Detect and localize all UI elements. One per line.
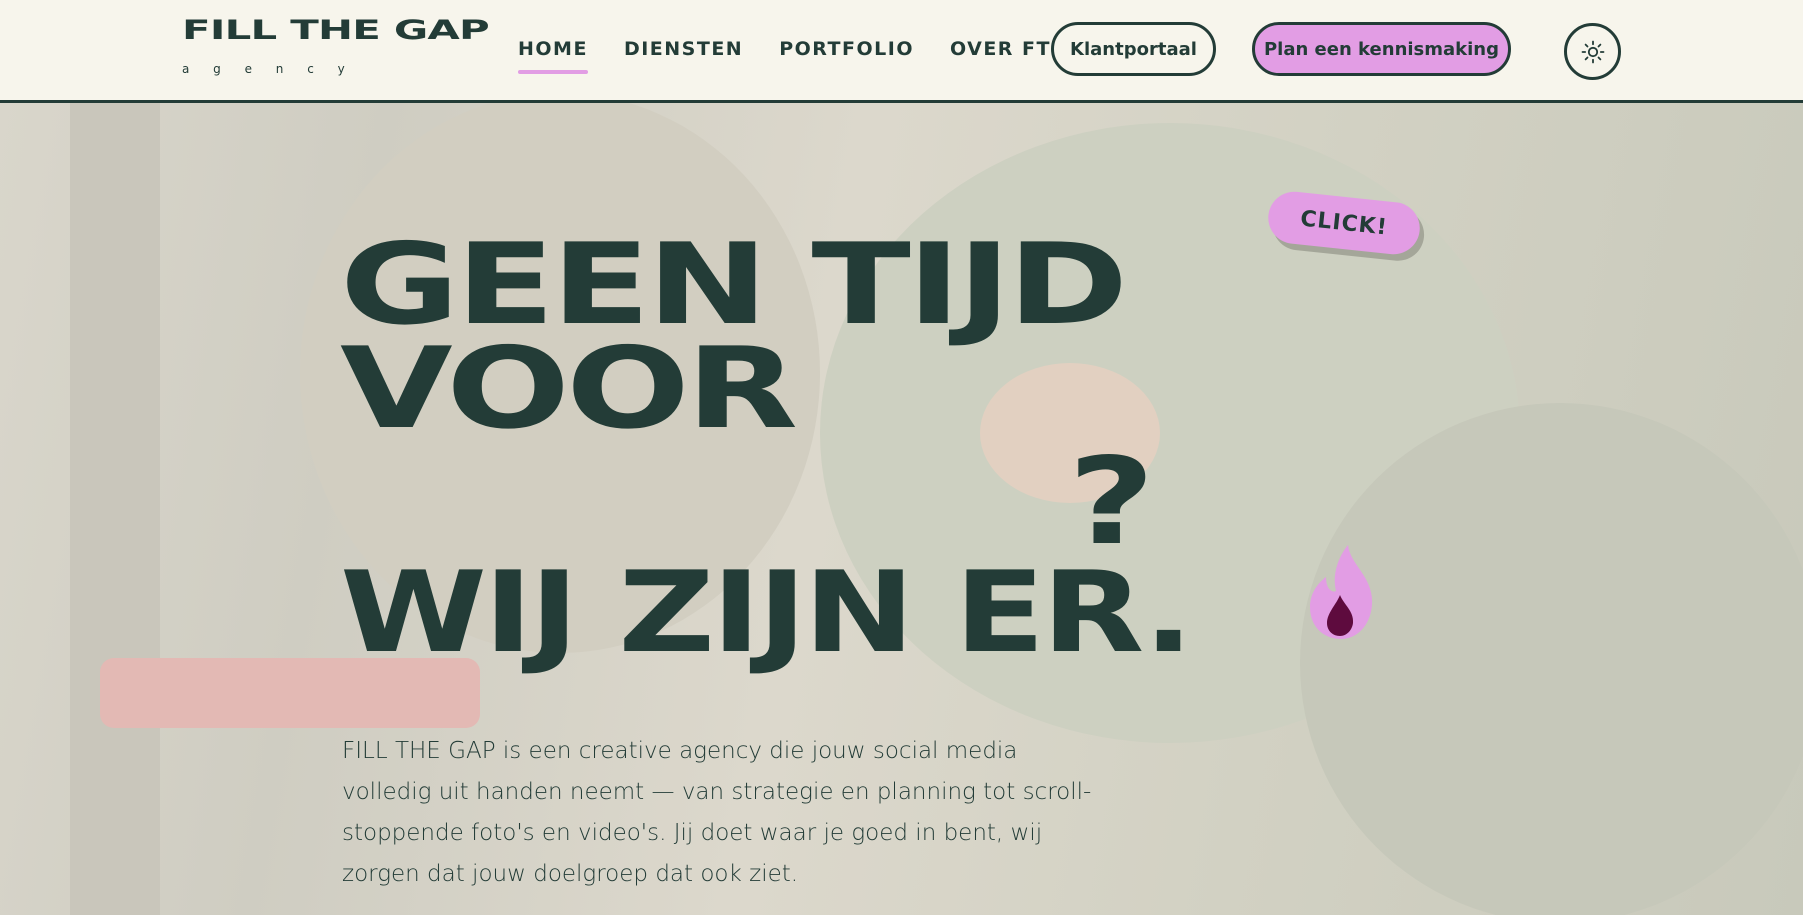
nav-item-over-ftg[interactable]: OVER FTG (950, 38, 1068, 74)
client-portal-button[interactable]: Klantportaal (1051, 22, 1216, 76)
photo-shape (1300, 403, 1803, 915)
logo[interactable]: FILL THE GAP a g e n c y (182, 16, 490, 77)
flame-icon (1310, 545, 1373, 639)
nav-item-diensten[interactable]: DIENSTEN (624, 38, 743, 74)
main-nav: HOME DIENSTEN PORTFOLIO OVER FTG (518, 38, 1104, 74)
hero-headline-line3: WIJ ZIJN ER. (340, 548, 1194, 678)
hero-question-mark: ? (1068, 433, 1156, 572)
sun-icon (1581, 40, 1604, 63)
hero-headline-line2: VOOR (340, 324, 798, 454)
hero-description: FILL THE GAP is een creative agency die … (342, 738, 1092, 887)
logo-wordmark: FILL THE GAP (182, 15, 490, 46)
plan-meeting-button[interactable]: Plan een kennismaking (1252, 22, 1511, 76)
logo-tagline: a g e n c y (182, 62, 355, 76)
site-header: FILL THE GAP a g e n c y HOME DIENSTEN P… (0, 0, 1803, 103)
nav-item-portfolio[interactable]: PORTFOLIO (779, 38, 914, 74)
theme-toggle-button[interactable] (1564, 23, 1621, 80)
hero-headline: GEEN TIJD VOOR (340, 220, 1128, 454)
hero-headline-line1: GEEN TIJD (340, 220, 1128, 350)
hero-section: GEEN TIJD VOOR ? WIJ ZIJN ER. CLICK! FIL… (0, 103, 1803, 915)
nav-item-home[interactable]: HOME (518, 38, 588, 74)
photo-shape (70, 103, 160, 915)
